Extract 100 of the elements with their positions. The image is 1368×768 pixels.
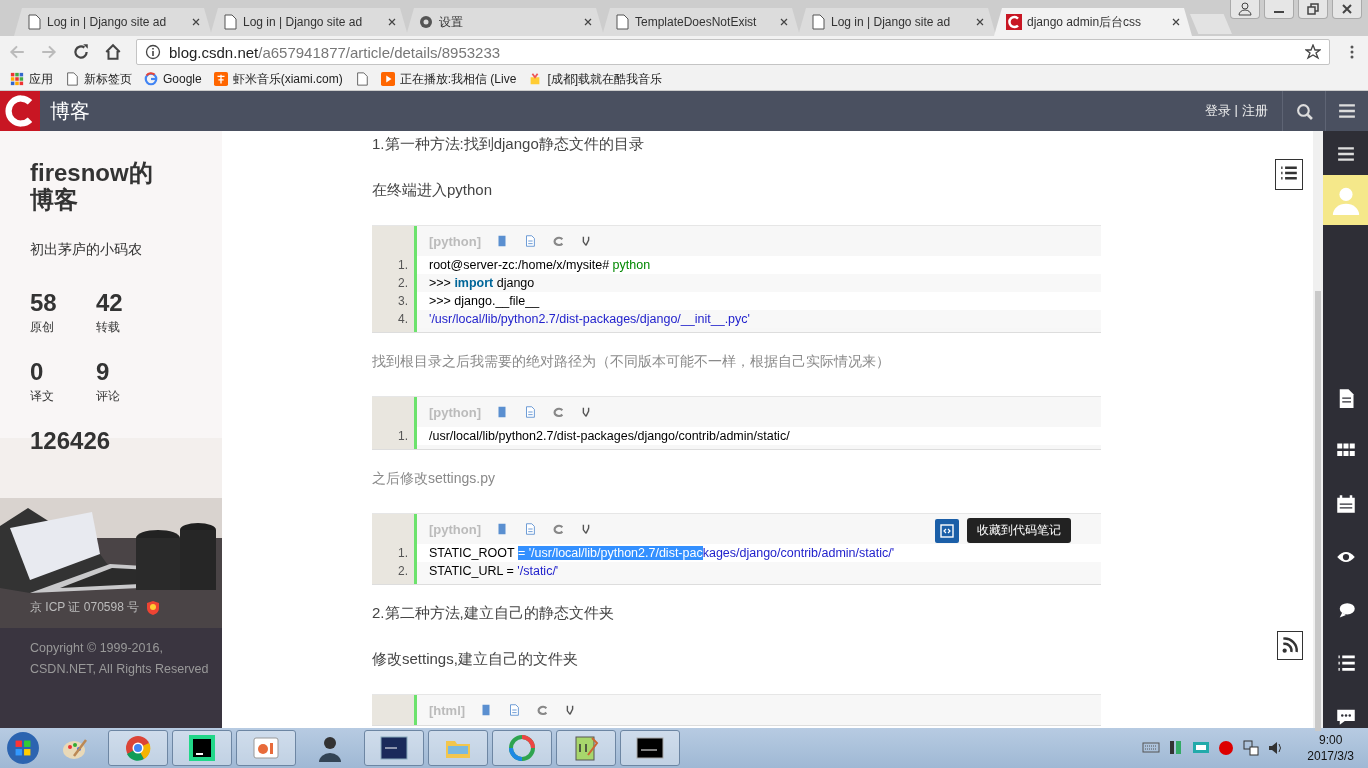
restore-icon[interactable] bbox=[1298, 0, 1328, 19]
search-icon bbox=[1295, 102, 1313, 120]
copy-icon[interactable] bbox=[523, 405, 537, 419]
line-number: 2. bbox=[372, 274, 417, 292]
c-logo-icon bbox=[1006, 14, 1022, 30]
page-icon bbox=[810, 14, 826, 30]
tooltip: 收藏到代码笔记 bbox=[967, 518, 1071, 543]
bookmark[interactable]: 新标签页 bbox=[65, 70, 132, 88]
close-icon bbox=[190, 16, 202, 28]
scrollbar[interactable] bbox=[1313, 131, 1323, 728]
c-icon[interactable] bbox=[551, 405, 565, 419]
line-number: 4. bbox=[372, 310, 417, 328]
taskbar-app[interactable] bbox=[172, 730, 232, 766]
language-label: [python] bbox=[429, 233, 481, 249]
browser-tab[interactable]: django admin后台css bbox=[994, 8, 1192, 36]
line-number: 3. bbox=[372, 292, 417, 310]
info-icon bbox=[145, 44, 161, 60]
bookmark[interactable]: Google bbox=[144, 72, 202, 86]
gear-icon bbox=[418, 14, 434, 30]
copy-icon[interactable] bbox=[523, 522, 537, 536]
taskbar-app[interactable] bbox=[364, 730, 424, 766]
bookmark[interactable]: 正在播放:我相信 (Live bbox=[380, 70, 517, 88]
person-icon bbox=[316, 734, 344, 762]
page-icon bbox=[65, 72, 79, 86]
paragraph: 之后修改settings.py bbox=[372, 469, 496, 488]
blog-title: firesnow的博客 bbox=[30, 159, 154, 213]
clock-date: 2017/3/3 bbox=[1307, 748, 1354, 764]
login-link[interactable]: 登录 bbox=[1204, 102, 1231, 120]
slides-icon bbox=[252, 734, 280, 762]
menu-icon bbox=[1338, 102, 1356, 120]
home-icon[interactable] bbox=[104, 43, 122, 61]
bookmark[interactable]: 虾米音乐(xiami.com) bbox=[213, 70, 343, 88]
calendar-icon[interactable] bbox=[1335, 494, 1356, 514]
icp-text: 京 ICP 证 070598 号 bbox=[30, 599, 140, 616]
paragraph: 在终端进入python bbox=[372, 180, 494, 200]
line-number: 1. bbox=[372, 544, 417, 562]
register-link[interactable]: 注册 bbox=[1242, 102, 1268, 120]
line-number: 2. bbox=[372, 562, 417, 580]
stat-value: 42 bbox=[96, 289, 123, 317]
browser-tab[interactable]: 设置 bbox=[406, 8, 604, 36]
chrome-icon bbox=[124, 734, 152, 762]
music-logo-icon bbox=[213, 72, 228, 86]
ring-icon bbox=[508, 734, 536, 762]
stat-label: 译文 bbox=[30, 388, 54, 405]
console-icon bbox=[636, 734, 664, 762]
close-icon bbox=[386, 16, 398, 28]
copy-icon[interactable] bbox=[507, 703, 522, 717]
avatar-icon bbox=[1330, 185, 1361, 215]
page-icon bbox=[614, 14, 630, 30]
play-icon bbox=[380, 72, 395, 86]
paragraph: 修改settings,建立自己的文件夹 bbox=[372, 649, 579, 669]
language-label: [python] bbox=[429, 521, 481, 537]
star-icon bbox=[1305, 44, 1321, 60]
c-icon[interactable] bbox=[535, 703, 550, 717]
stat-value: 126426 bbox=[30, 427, 111, 455]
close-icon[interactable] bbox=[1332, 0, 1362, 19]
line-number: 1. bbox=[372, 256, 417, 274]
clock-time: 9:00 bbox=[1318, 732, 1343, 748]
badge-icon bbox=[145, 599, 162, 616]
browser-tab[interactable]: TemplateDoesNotExist bbox=[602, 8, 800, 36]
page-icon bbox=[26, 14, 42, 30]
notepad-icon bbox=[572, 734, 600, 762]
taskbar-app[interactable] bbox=[620, 730, 680, 766]
blog-motto: 初出茅庐的小码农 bbox=[30, 241, 143, 259]
page-icon[interactable] bbox=[354, 72, 369, 86]
paragraph: 找到根目录之后我需要的绝对路径为（不同版本可能不一样，根据自己实际情况来） bbox=[372, 352, 891, 371]
stat-label: 转载 bbox=[96, 319, 120, 336]
stat-label: 原创 bbox=[30, 319, 54, 336]
copy-icon[interactable] bbox=[523, 234, 537, 248]
code-note-button[interactable] bbox=[935, 518, 959, 543]
bookmark[interactable]: [成都]载就在酷我音乐 bbox=[528, 70, 663, 88]
rss-button[interactable] bbox=[1277, 631, 1303, 660]
stat-value: 0 bbox=[30, 358, 44, 386]
site-title: 博客 bbox=[50, 98, 91, 124]
close-icon bbox=[778, 16, 790, 28]
stat-value: 58 bbox=[30, 289, 57, 317]
stat-label: 评论 bbox=[96, 388, 120, 405]
start-icon[interactable] bbox=[6, 731, 40, 765]
network-icon[interactable] bbox=[1242, 739, 1261, 757]
c-icon[interactable] bbox=[551, 522, 565, 536]
bookmark[interactable]: 应用 bbox=[10, 70, 53, 88]
apps-grid-icon bbox=[10, 72, 24, 86]
user-icon[interactable] bbox=[1230, 0, 1260, 19]
g-logo-icon bbox=[144, 72, 158, 86]
paragraph: 2.第二种方法,建立自己的静态文件夹 bbox=[372, 603, 615, 623]
language-label: [html] bbox=[429, 702, 466, 718]
record-icon[interactable] bbox=[1217, 739, 1236, 757]
browser-tab[interactable]: Log in | Django site ad bbox=[14, 8, 212, 36]
terminal-icon bbox=[380, 734, 408, 762]
reload-icon[interactable] bbox=[72, 43, 90, 61]
c-icon[interactable] bbox=[551, 234, 565, 248]
browser-tab[interactable]: Log in | Django site ad bbox=[210, 8, 408, 36]
minimize-icon[interactable] bbox=[1264, 0, 1294, 19]
ide-icon bbox=[188, 734, 216, 762]
table-of-contents-button[interactable] bbox=[1275, 159, 1303, 190]
browser-tab[interactable]: Log in | Django site ad bbox=[798, 8, 996, 36]
menu-icon[interactable] bbox=[1336, 145, 1355, 163]
line-number: 1. bbox=[372, 427, 417, 445]
address-field[interactable]: blog.csdn.net/a657941877/article/details/8953233 bbox=[136, 39, 1330, 65]
close-icon bbox=[1170, 16, 1182, 28]
